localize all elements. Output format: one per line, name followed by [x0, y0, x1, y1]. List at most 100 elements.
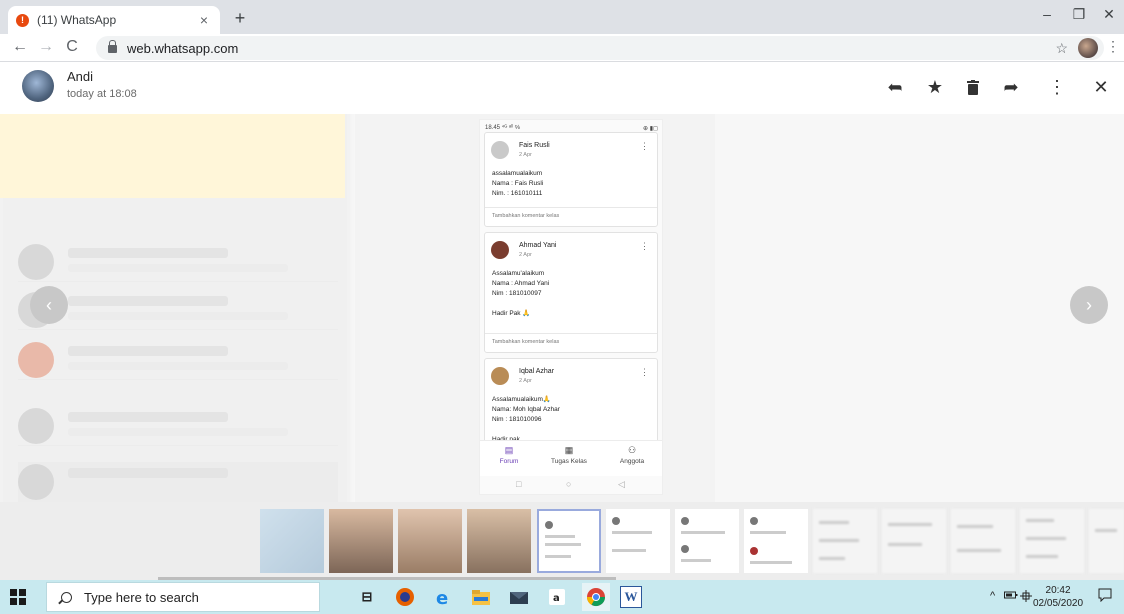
shared-image: 18.45 ⁴ᴳ ᵃˡˡ ℅ ⊕ ▮◻ Fais Rusli 2 Apr ⋮ a…: [479, 119, 663, 495]
post-date: 2 Apr: [519, 378, 532, 384]
browser-menu-icon[interactable]: ⋮: [1106, 38, 1120, 55]
thumb-line: [545, 555, 571, 558]
clock-date: 02/05/2020: [1033, 598, 1084, 609]
tray-caret-icon[interactable]: ^: [990, 590, 995, 602]
thumb-line: [750, 561, 792, 564]
bookmark-star-icon[interactable]: ☆: [1055, 40, 1068, 57]
post-more-icon: ⋮: [640, 367, 649, 377]
media-thumbnail[interactable]: [951, 509, 1015, 573]
classroom-bottom-nav: ▤ Forum ▦ Tugas Kelas ⚇ Anggota: [480, 440, 662, 476]
media-thumbnail[interactable]: [744, 509, 808, 573]
post-date: 2 Apr: [519, 152, 532, 158]
media-thumbnail-selected[interactable]: [537, 509, 601, 573]
thumb-line: [1026, 519, 1054, 522]
post-avatar: [491, 141, 509, 159]
thumb-line: [681, 559, 711, 562]
thumb-line: [819, 521, 849, 524]
post-line-spacer: [492, 299, 549, 309]
firefox-icon[interactable]: [394, 586, 416, 608]
media-thumbnail[interactable]: [467, 509, 531, 573]
browser-tab-whatsapp[interactable]: ! (11) WhatsApp ×: [8, 6, 220, 34]
tab-title: (11) WhatsApp: [37, 13, 117, 27]
close-icon[interactable]: ✕: [1090, 76, 1112, 98]
thumb-line: [681, 531, 725, 534]
window-restore-button[interactable]: ❐: [1064, 6, 1094, 23]
viewer-header: Andi today at 18:08 ➦ ★ ➦ ⋮ ✕: [0, 62, 1124, 114]
media-thumbnail[interactable]: [675, 509, 739, 573]
previous-media-button[interactable]: ‹: [30, 286, 68, 324]
tab-close-icon[interactable]: ×: [196, 12, 212, 28]
next-media-button[interactable]: ›: [1070, 286, 1108, 324]
thumb-line: [1026, 555, 1058, 558]
star-icon[interactable]: ★: [924, 76, 946, 98]
sender-avatar[interactable]: [22, 70, 54, 102]
thumb-line: [1026, 537, 1066, 540]
delete-icon[interactable]: [962, 76, 984, 98]
post-body: Assalamualaikum🙏 Nama: Moh Iqbal Azhar N…: [492, 395, 560, 445]
taskbar-search-box[interactable]: Type here to search: [46, 582, 320, 612]
notification-badge-icon: !: [16, 13, 29, 27]
members-icon: ⚇: [627, 445, 637, 455]
media-thumbnail-strip: [0, 502, 1124, 580]
window-minimize-button[interactable]: –: [1032, 6, 1062, 22]
mail-icon[interactable]: [508, 586, 530, 608]
menu-icon[interactable]: ⋮: [1046, 76, 1068, 98]
media-thumbnail[interactable]: [1089, 509, 1124, 573]
post-avatar: [491, 367, 509, 385]
network-icon[interactable]: [1020, 590, 1032, 605]
forward-icon[interactable]: ➦: [1000, 76, 1022, 98]
lock-icon: [108, 40, 117, 53]
thumb-avatar: [750, 547, 758, 555]
word-icon[interactable]: W: [620, 586, 642, 608]
battery-icon[interactable]: [1004, 590, 1018, 603]
thumb-line: [1095, 529, 1117, 532]
post-more-icon: ⋮: [640, 141, 649, 151]
back-arrow-icon[interactable]: ←: [10, 38, 30, 56]
thumb-avatar: [750, 517, 758, 525]
profile-avatar[interactable]: [1078, 38, 1098, 58]
amazon-icon[interactable]: a: [546, 586, 568, 608]
classroom-post: Ahmad Yani 2 Apr ⋮ Assalamu'alaikum Nama…: [484, 232, 658, 353]
chrome-icon[interactable]: [582, 583, 610, 611]
home-icon: ○: [566, 479, 572, 489]
nav-forum: ▤ Forum: [494, 445, 524, 465]
forward-arrow-icon[interactable]: →: [36, 38, 56, 56]
post-more-icon: ⋮: [640, 241, 649, 251]
media-thumbnail[interactable]: [1020, 509, 1084, 573]
reload-icon[interactable]: C: [62, 38, 82, 56]
phone-status-icons: ⊕ ▮◻: [643, 126, 658, 132]
assignment-icon: ▦: [564, 445, 574, 455]
search-icon: [61, 591, 72, 603]
thumb-line: [888, 523, 932, 526]
address-bar[interactable]: web.whatsapp.com ☆: [96, 36, 1104, 60]
blurred-chat-row: [18, 340, 338, 380]
post-date: 2 Apr: [519, 252, 532, 258]
media-thumbnail[interactable]: [398, 509, 462, 573]
action-center-icon[interactable]: [1098, 588, 1112, 605]
post-author: Fais Rusli: [519, 142, 550, 149]
task-view-icon[interactable]: ⊟: [356, 586, 378, 608]
post-author: Ahmad Yani: [519, 242, 557, 249]
media-thumbnail[interactable]: [329, 509, 393, 573]
media-thumbnail[interactable]: [606, 509, 670, 573]
thumb-line: [750, 531, 786, 534]
media-thumbnail[interactable]: [813, 509, 877, 573]
new-tab-button[interactable]: +: [228, 8, 252, 29]
thumb-avatar: [545, 521, 553, 529]
file-explorer-icon[interactable]: [470, 586, 492, 608]
nav-tugas-kelas: ▦ Tugas Kelas: [546, 445, 592, 465]
taskbar-clock[interactable]: 20:42 02/05/2020: [1033, 584, 1083, 610]
windows-start-icon[interactable]: [10, 589, 26, 605]
clock-time: 20:42: [1045, 585, 1071, 596]
window-close-button[interactable]: ✕: [1094, 6, 1124, 23]
thumb-line: [957, 549, 1001, 552]
phone-status-time: 18.45 ⁴ᴳ ᵃˡˡ ℅: [485, 125, 521, 131]
media-thumbnail[interactable]: [882, 509, 946, 573]
post-body: Assalamu'alaikum Nama : Ahmad Yani Nim :…: [492, 269, 549, 319]
reply-icon[interactable]: ➦: [884, 76, 906, 98]
internet-explorer-icon[interactable]: e: [432, 586, 454, 608]
media-thumbnail[interactable]: [260, 509, 324, 573]
thumb-line: [957, 525, 993, 528]
thumb-line: [612, 531, 652, 534]
phone-system-nav: □ ○ ◁: [480, 476, 662, 494]
